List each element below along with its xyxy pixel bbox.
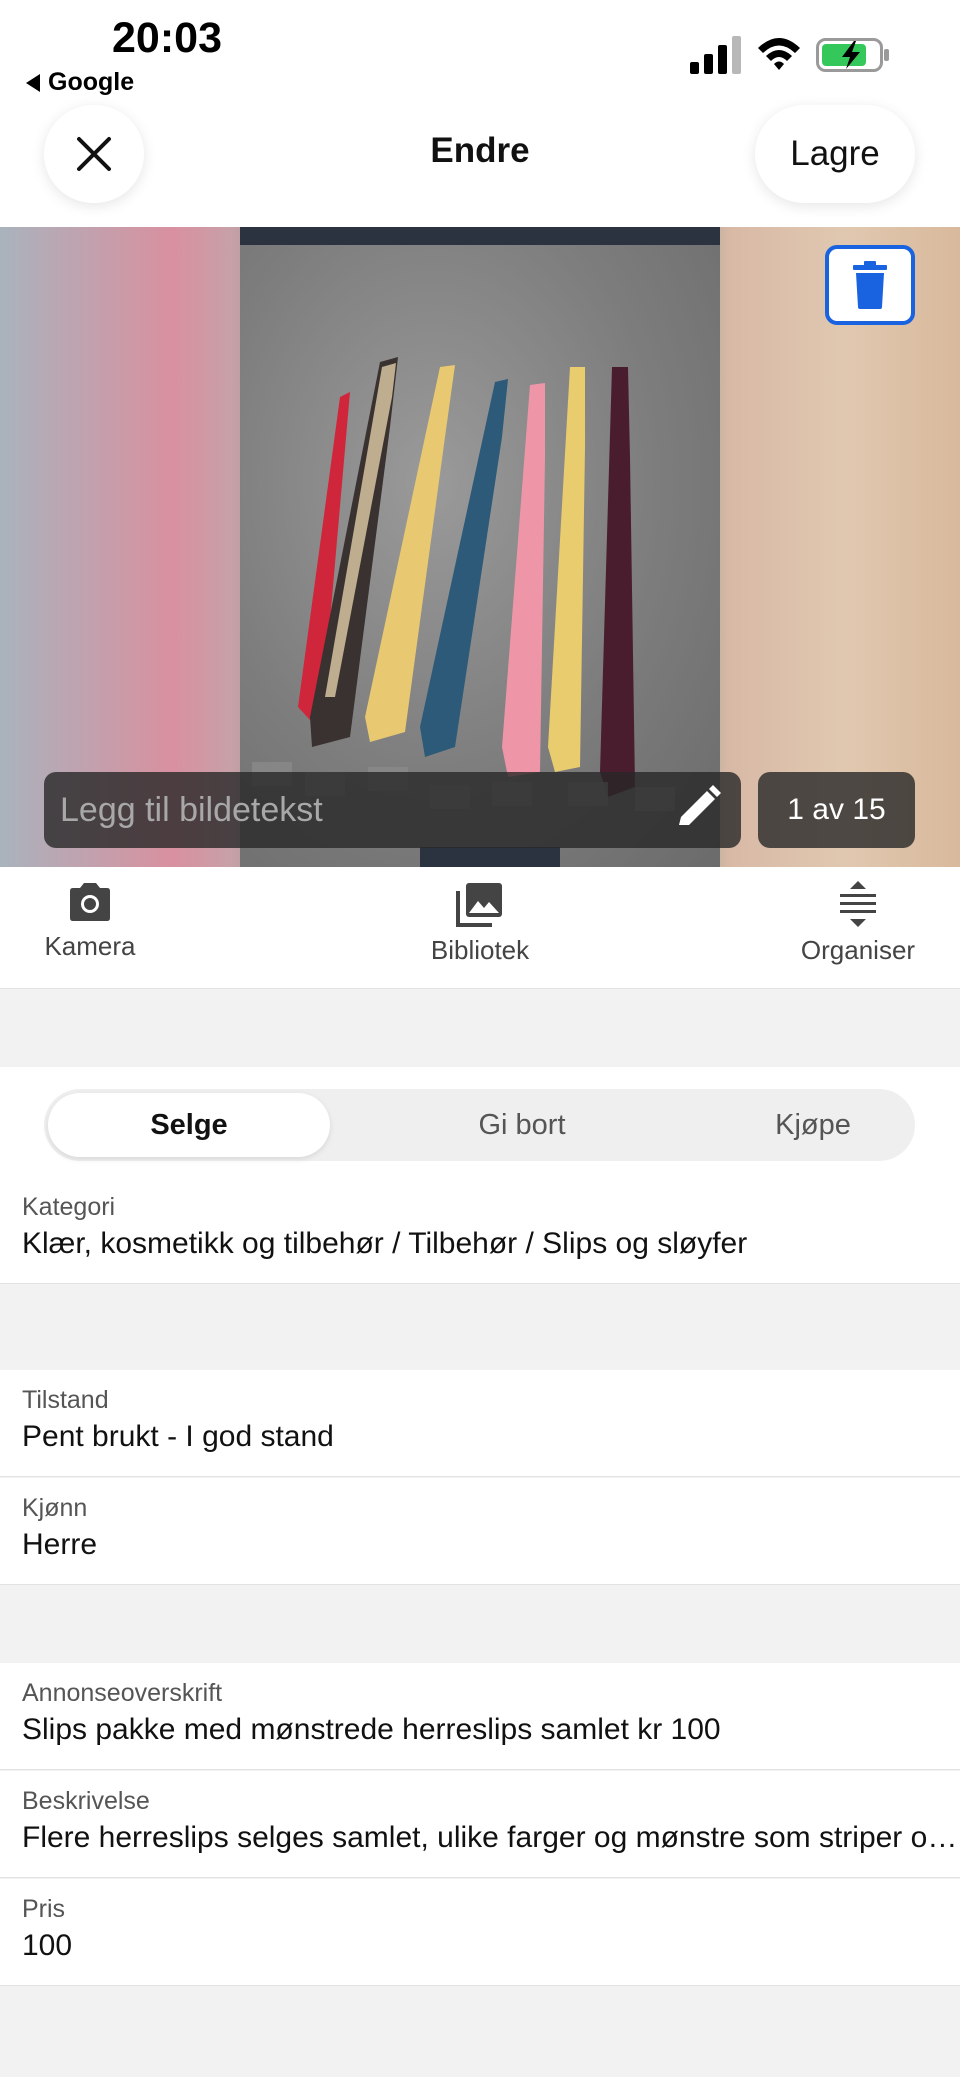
signal-icon bbox=[690, 36, 741, 74]
battery-charging-icon bbox=[816, 38, 889, 72]
category-value: Klær, kosmetikk og tilbehør / Tilbehør /… bbox=[22, 1227, 748, 1260]
image-library-icon bbox=[456, 883, 502, 927]
pencil-icon[interactable] bbox=[669, 781, 727, 839]
listing-photo bbox=[240, 227, 720, 867]
category-field[interactable]: Kategori Klær, kosmetikk og tilbehør / T… bbox=[0, 1177, 960, 1284]
camera-label: Kamera bbox=[44, 931, 136, 961]
delete-photo-button[interactable] bbox=[825, 245, 915, 325]
back-to-app-link[interactable]: Google bbox=[26, 68, 134, 97]
gender-field[interactable]: Kjønn Herre bbox=[0, 1478, 960, 1585]
caption-placeholder: Legg til bildetekst bbox=[60, 790, 323, 829]
condition-label: Tilstand bbox=[22, 1386, 109, 1414]
photo-toolbar: Kamera Bibliotek Organiser bbox=[0, 867, 960, 989]
wifi-icon bbox=[758, 38, 800, 70]
save-button[interactable]: Lagre bbox=[755, 105, 915, 203]
price-field[interactable]: Pris 100 bbox=[0, 1879, 960, 1986]
headline-value: Slips pakke med mønstrede herreslips sam… bbox=[22, 1713, 721, 1746]
segment-give-away[interactable]: Gi bort bbox=[377, 1089, 667, 1161]
organize-button[interactable]: Organiser bbox=[778, 881, 938, 966]
headline-label: Annonseoverskrift bbox=[22, 1679, 223, 1707]
description-value: Flere herreslips selges samlet, ulike fa… bbox=[22, 1821, 960, 1854]
category-label: Kategori bbox=[22, 1193, 116, 1221]
status-time: 20:03 bbox=[112, 14, 222, 62]
photo-counter: 1 av 15 bbox=[758, 772, 915, 848]
gender-value: Herre bbox=[22, 1528, 98, 1561]
gender-label: Kjønn bbox=[22, 1494, 88, 1522]
segment-sell[interactable]: Selge bbox=[48, 1093, 330, 1157]
photo-carousel[interactable]: Legg til bildetekst 1 av 15 bbox=[0, 227, 960, 867]
headline-field[interactable]: Annonseoverskrift Slips pakke med mønstr… bbox=[0, 1663, 960, 1770]
ties-image bbox=[240, 227, 720, 867]
back-app-label: Google bbox=[48, 68, 135, 96]
status-bar: 20:03 Google bbox=[0, 0, 960, 105]
library-button[interactable]: Bibliotek bbox=[400, 881, 560, 966]
library-label: Bibliotek bbox=[430, 935, 530, 965]
description-label: Beskrivelse bbox=[22, 1787, 150, 1815]
listing-type-section: Selge Gi bort Kjøpe bbox=[0, 1067, 960, 1177]
price-value: 100 bbox=[22, 1929, 73, 1962]
reorder-icon bbox=[840, 881, 876, 927]
caption-input[interactable]: Legg til bildetekst bbox=[44, 772, 741, 848]
condition-field[interactable]: Tilstand Pent brukt - I god stand bbox=[0, 1370, 960, 1477]
back-triangle-icon bbox=[26, 73, 40, 92]
listing-type-segmented-control: Selge Gi bort Kjøpe bbox=[44, 1089, 915, 1161]
organize-label: Organiser bbox=[800, 935, 916, 965]
trash-icon bbox=[853, 261, 887, 309]
edit-header: Endre Lagre bbox=[0, 105, 960, 227]
description-field[interactable]: Beskrivelse Flere herreslips selges saml… bbox=[0, 1771, 960, 1878]
camera-button[interactable]: Kamera bbox=[10, 881, 170, 962]
price-label: Pris bbox=[22, 1895, 66, 1923]
condition-value: Pent brukt - I god stand bbox=[22, 1420, 334, 1453]
camera-icon bbox=[70, 883, 110, 921]
segment-buy[interactable]: Kjøpe bbox=[668, 1089, 958, 1161]
